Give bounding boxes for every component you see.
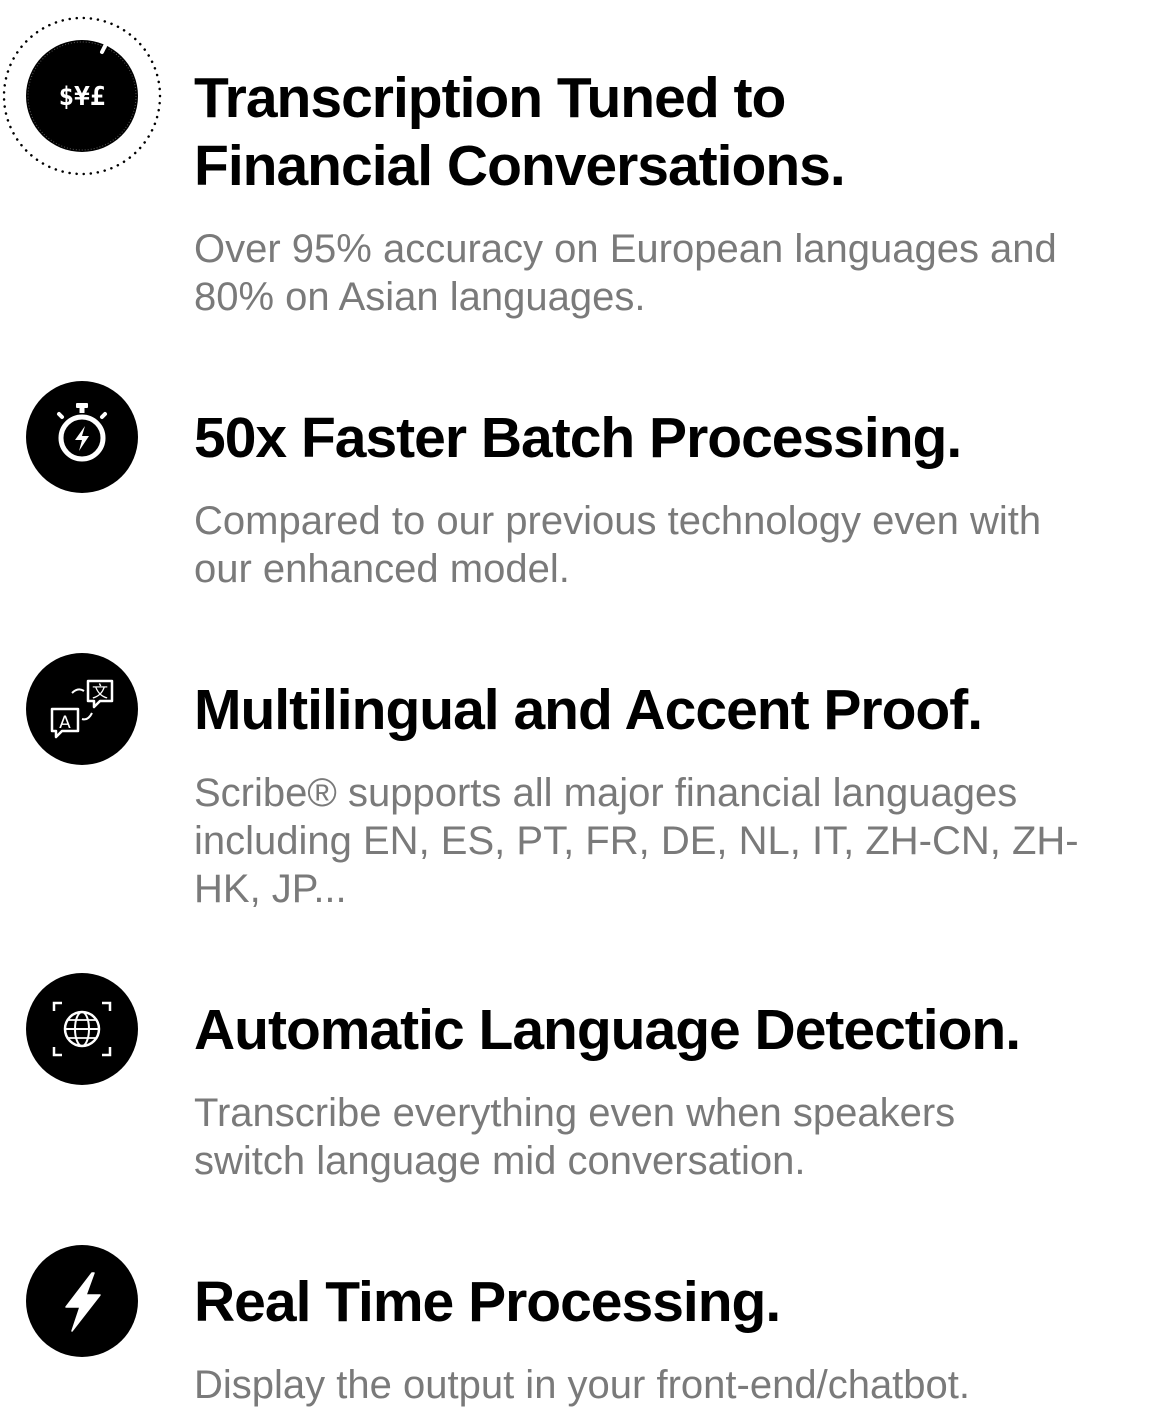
globe-scan-icon xyxy=(26,973,138,1085)
translate-glyph-zh: 文 xyxy=(92,682,108,701)
lightning-icon-circle xyxy=(26,1245,138,1357)
translate-icon: 文 A xyxy=(26,653,138,765)
feature-description-line: Transcribe everything even when speakers xyxy=(194,1091,956,1135)
stopwatch-icon xyxy=(26,381,138,493)
feature-description: Compared to our previous technology even… xyxy=(194,497,1154,593)
feature-title: 50x Faster Batch Processing. xyxy=(194,406,962,470)
feature-description-line: including EN, ES, PT, FR, DE, NL, IT, ZH… xyxy=(194,819,1079,863)
feature-description-line: Scribe® supports all major financial lan… xyxy=(194,771,1018,815)
currency-symbols: $¥£ xyxy=(59,82,106,112)
feature-description-line: Compared to our previous technology even… xyxy=(194,499,1042,543)
feature-title: Real Time Processing. xyxy=(194,1270,781,1334)
feature-title: Automatic Language Detection. xyxy=(194,998,1021,1062)
feature-description-line: Over 95% accuracy on European languages … xyxy=(194,227,1057,271)
feature-description-line: 80% on Asian languages. xyxy=(194,275,646,319)
feature-description: Over 95% accuracy on European languages … xyxy=(194,225,1154,321)
currency-icon-circle: $¥£ xyxy=(26,40,138,152)
feature-title-line: Financial Conversations. xyxy=(194,134,846,198)
feature-description-line: switch language mid conversation. xyxy=(194,1139,806,1183)
feature-description: Display the output in your front-end/cha… xyxy=(194,1361,1154,1409)
translate-icon-circle: 文 A xyxy=(26,653,138,765)
feature-title: Transcription Tuned to Financial Conversa… xyxy=(194,64,1144,200)
feature-title: Multilingual and Accent Proof. xyxy=(194,678,983,742)
feature-title-line: Transcription Tuned to xyxy=(194,66,786,130)
feature-description: Transcribe everything even when speakers… xyxy=(194,1089,1154,1185)
feature-description-line: Display the output in your front-end/cha… xyxy=(194,1363,971,1407)
feature-description: Scribe® supports all major financial lan… xyxy=(194,769,1154,913)
globe-scan-icon-circle xyxy=(26,973,138,1085)
translate-glyph-a: A xyxy=(59,713,71,733)
stopwatch-icon-circle xyxy=(26,381,138,493)
feature-description-line: HK, JP... xyxy=(194,867,347,911)
feature-description-line: our enhanced model. xyxy=(194,547,570,591)
currency-icon: $¥£ xyxy=(2,16,162,176)
lightning-icon xyxy=(26,1245,138,1357)
